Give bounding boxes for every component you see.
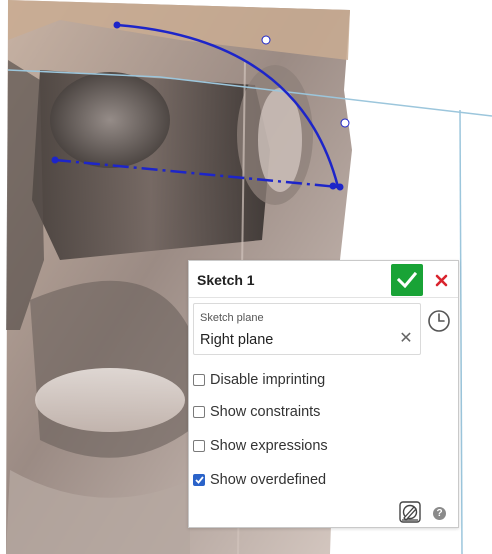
help-icon[interactable]: ?	[433, 507, 446, 520]
sketch-centerline[interactable]	[54, 158, 339, 189]
clear-selection-icon[interactable]: ✕	[398, 330, 414, 348]
option-label: Show constraints	[210, 404, 321, 420]
clock-icon[interactable]	[426, 308, 452, 334]
dialog-header: Sketch 1	[189, 261, 458, 298]
dialog-title: Sketch 1	[197, 272, 255, 288]
checkbox[interactable]	[193, 440, 205, 452]
sketch-plane-value: Right plane	[200, 332, 274, 348]
option-show-expressions[interactable]: Show expressions	[193, 435, 328, 457]
option-label: Show overdefined	[210, 472, 327, 488]
checkmark-icon	[194, 476, 204, 484]
arc-midpoint-handle[interactable]	[340, 118, 350, 128]
sketch-plane-selection[interactable]: Sketch plane Right plane ✕	[193, 303, 421, 355]
sketch-point[interactable]	[336, 183, 344, 191]
accept-button[interactable]	[391, 264, 423, 296]
sketch-pen-icon[interactable]	[399, 501, 421, 523]
option-label: Show expressions	[210, 438, 328, 454]
sketch-point[interactable]	[51, 156, 59, 164]
option-show-constraints[interactable]: Show constraints	[193, 401, 320, 423]
sketch-plane-caption: Sketch plane	[200, 312, 264, 324]
checkbox-checked[interactable]	[193, 474, 205, 486]
close-icon	[435, 274, 447, 286]
option-show-overdefined[interactable]: Show overdefined	[193, 469, 326, 491]
sketch-arc[interactable]	[116, 23, 340, 188]
option-disable-imprinting[interactable]: Disable imprinting	[193, 369, 325, 391]
checkbox[interactable]	[193, 374, 205, 386]
option-label: Disable imprinting	[210, 372, 326, 388]
arc-midpoint-handle[interactable]	[261, 35, 271, 45]
sketch-point[interactable]	[113, 21, 121, 29]
check-icon	[397, 272, 417, 288]
sketch-point[interactable]	[329, 182, 337, 190]
cancel-button[interactable]	[429, 267, 453, 293]
checkbox[interactable]	[193, 406, 205, 418]
graphics-viewport[interactable]: Sketch 1 Sketch plane Right plane ✕ Disa…	[0, 0, 492, 554]
sketch-feature-dialog: Sketch 1 Sketch plane Right plane ✕ Disa…	[188, 260, 459, 528]
